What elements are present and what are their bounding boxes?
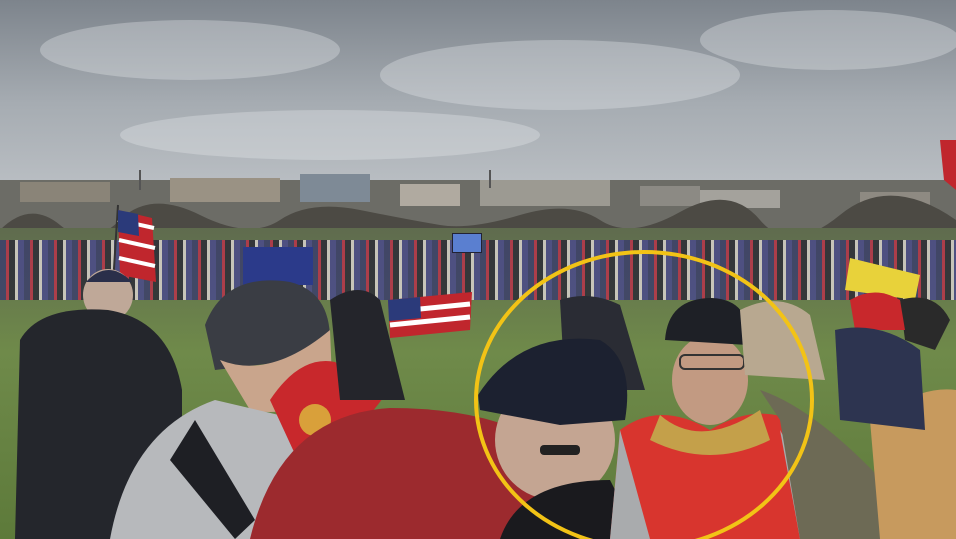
red-cap bbox=[850, 292, 905, 330]
crowd-photo bbox=[0, 0, 956, 539]
foreground-crowd bbox=[15, 140, 956, 539]
red-flag-edge bbox=[940, 140, 956, 190]
highlight-circle bbox=[474, 250, 814, 539]
us-flag-middle bbox=[388, 292, 472, 338]
person-backpack bbox=[835, 327, 925, 430]
blue-banner bbox=[243, 247, 313, 285]
